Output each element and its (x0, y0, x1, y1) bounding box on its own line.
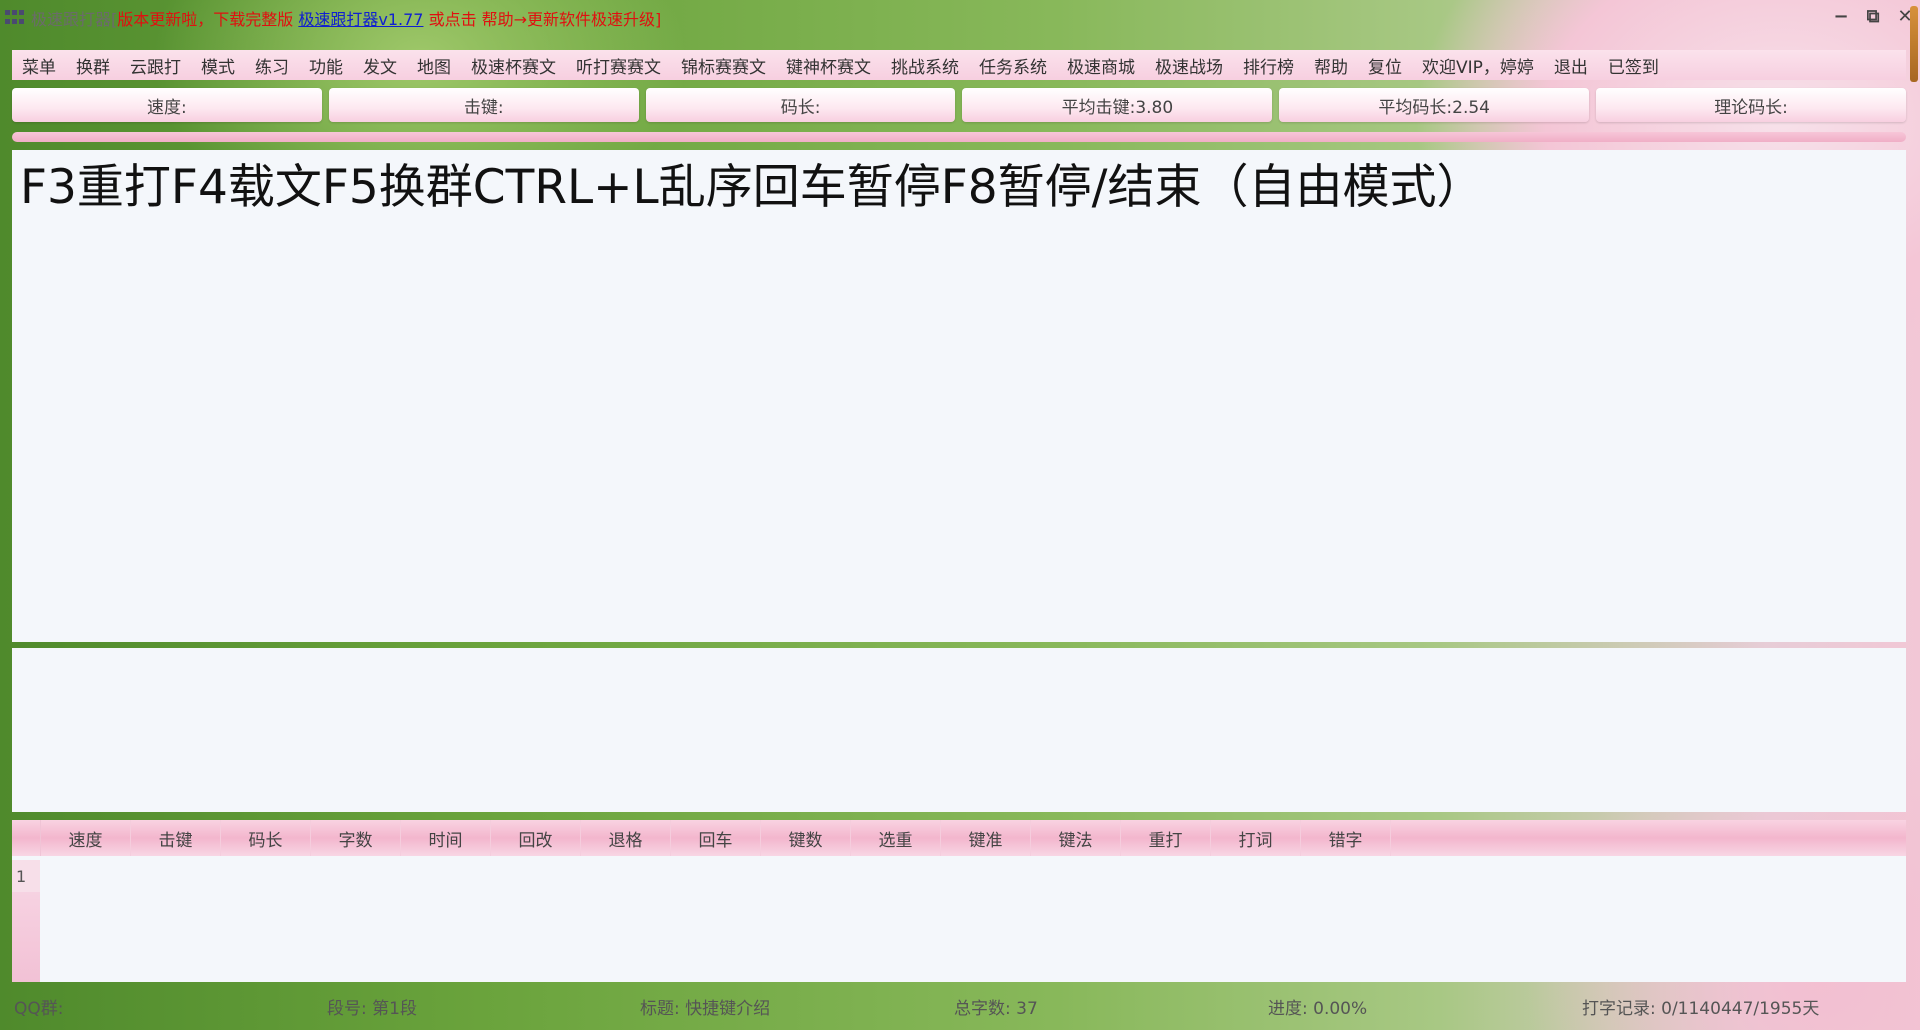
menu-item-map[interactable]: 地图 (407, 53, 461, 78)
app-name: 极速跟打器[ (31, 10, 118, 29)
status-typing-record: 打字记录: 0/1140447/1955天 (1582, 998, 1820, 1019)
results-table: 速度 击键 码长 字数 时间 回改 退格 回车 键数 选重 键准 键法 重打 打… (12, 820, 1906, 982)
col-time[interactable]: 时间 (401, 820, 491, 856)
menu-item-shop[interactable]: 极速商城 (1057, 53, 1145, 78)
status-title: 标题: 快捷键介绍 (640, 998, 771, 1019)
menu-item-function[interactable]: 功能 (299, 53, 353, 78)
table-row[interactable]: 1 (12, 860, 40, 892)
table-corner (12, 820, 41, 856)
stat-avg-keystroke: 平均击键:3.80 (962, 88, 1273, 122)
menu-item-speed-cup[interactable]: 极速杯赛文 (461, 53, 566, 78)
typing-input-area[interactable] (12, 648, 1906, 812)
status-segment: 段号: 第1段 (327, 998, 417, 1019)
menu-item-practice[interactable]: 练习 (245, 53, 299, 78)
menu-item-logout[interactable]: 退出 (1544, 53, 1598, 78)
menu-item-keygod[interactable]: 键神杯赛文 (776, 53, 881, 78)
scroll-handle[interactable] (1910, 6, 1918, 82)
table-body: 1 (12, 856, 1906, 982)
menu-item-ranking[interactable]: 排行榜 (1233, 53, 1304, 78)
menu-item-challenge[interactable]: 挑战系统 (881, 53, 969, 78)
stat-code-length: 码长: (645, 88, 956, 122)
stat-avg-code-length: 平均码长:2.54 (1279, 88, 1590, 122)
menu-item-listen[interactable]: 听打赛赛文 (566, 53, 671, 78)
status-total-chars: 总字数: 37 (954, 998, 1038, 1019)
menu-item-reset[interactable]: 复位 (1358, 53, 1412, 78)
menu-item-mode[interactable]: 模式 (191, 53, 245, 78)
col-char-count[interactable]: 字数 (311, 820, 401, 856)
title-bar: 极速跟打器[ 版本更新啦，下载完整版 极速跟打器v1.77 或点击 帮助→更新软… (0, 0, 1920, 36)
col-key-count[interactable]: 键数 (761, 820, 851, 856)
col-revise[interactable]: 回改 (491, 820, 581, 856)
status-qq-group: QQ群: (14, 998, 64, 1019)
menu-item-championship[interactable]: 锦标赛赛文 (671, 53, 776, 78)
col-words[interactable]: 打词 (1211, 820, 1301, 856)
menu-item-task[interactable]: 任务系统 (969, 53, 1057, 78)
window-controls: − ⧉ ✕ (1832, 6, 1914, 27)
menu-item-signed[interactable]: 已签到 (1598, 53, 1669, 78)
menu-item-help[interactable]: 帮助 (1304, 53, 1358, 78)
status-bar: QQ群: 段号: 第1段 标题: 快捷键介绍 总字数: 37 进度: 0.00%… (0, 990, 1920, 1022)
col-speed[interactable]: 速度 (41, 820, 131, 856)
stats-bar: 速度: 击键: 码长: 平均击键:3.80 平均码长:2.54 理论码长: (12, 88, 1906, 122)
col-retype[interactable]: 重打 (1121, 820, 1211, 856)
menu-bar: 菜单 换群 云跟打 模式 练习 功能 发文 地图 极速杯赛文 听打赛赛文 锦标赛… (12, 50, 1906, 80)
download-link[interactable]: 极速跟打器v1.77 (298, 6, 423, 30)
menu-item-welcome[interactable]: 欢迎VIP，婷婷 (1412, 53, 1544, 78)
col-enter[interactable]: 回车 (671, 820, 761, 856)
col-code-length[interactable]: 码长 (221, 820, 311, 856)
col-backspace[interactable]: 退格 (581, 820, 671, 856)
row-header-column: 1 (12, 860, 40, 982)
text-display-pane: F3重打F4载文F5换群CTRL+L乱序回车暂停F8暂停/结束（自由模式） (12, 150, 1906, 642)
update-notice: 版本更新啦，下载完整版 (117, 10, 294, 29)
col-key-accuracy[interactable]: 键准 (941, 820, 1031, 856)
menu-item-switch-group[interactable]: 换群 (66, 53, 120, 78)
col-errors[interactable]: 错字 (1301, 820, 1391, 856)
menu-item-send[interactable]: 发文 (353, 53, 407, 78)
hint-text: F3重打F4载文F5换群CTRL+L乱序回车暂停F8暂停/结束（自由模式） (20, 160, 1484, 215)
restore-icon[interactable]: ⧉ (1864, 6, 1882, 27)
status-progress: 进度: 0.00% (1268, 998, 1368, 1019)
stat-speed: 速度: (12, 88, 322, 122)
app-grid-icon[interactable] (5, 10, 25, 26)
col-keystroke[interactable]: 击键 (131, 820, 221, 856)
update-hint: 或点击 帮助→更新软件极速升级] (428, 10, 662, 29)
col-key-method[interactable]: 键法 (1031, 820, 1121, 856)
stat-theory-code-length: 理论码长: (1596, 88, 1906, 122)
menu-item-menu[interactable]: 菜单 (12, 53, 66, 78)
stat-keystroke: 击键: (328, 88, 639, 122)
col-select-repeat[interactable]: 选重 (851, 820, 941, 856)
menu-item-cloud[interactable]: 云跟打 (120, 53, 191, 78)
progress-bar (12, 132, 1906, 142)
menu-item-battle[interactable]: 极速战场 (1145, 53, 1233, 78)
table-header: 速度 击键 码长 字数 时间 回改 退格 回车 键数 选重 键准 键法 重打 打… (12, 820, 1906, 856)
minimize-icon[interactable]: − (1832, 6, 1850, 27)
